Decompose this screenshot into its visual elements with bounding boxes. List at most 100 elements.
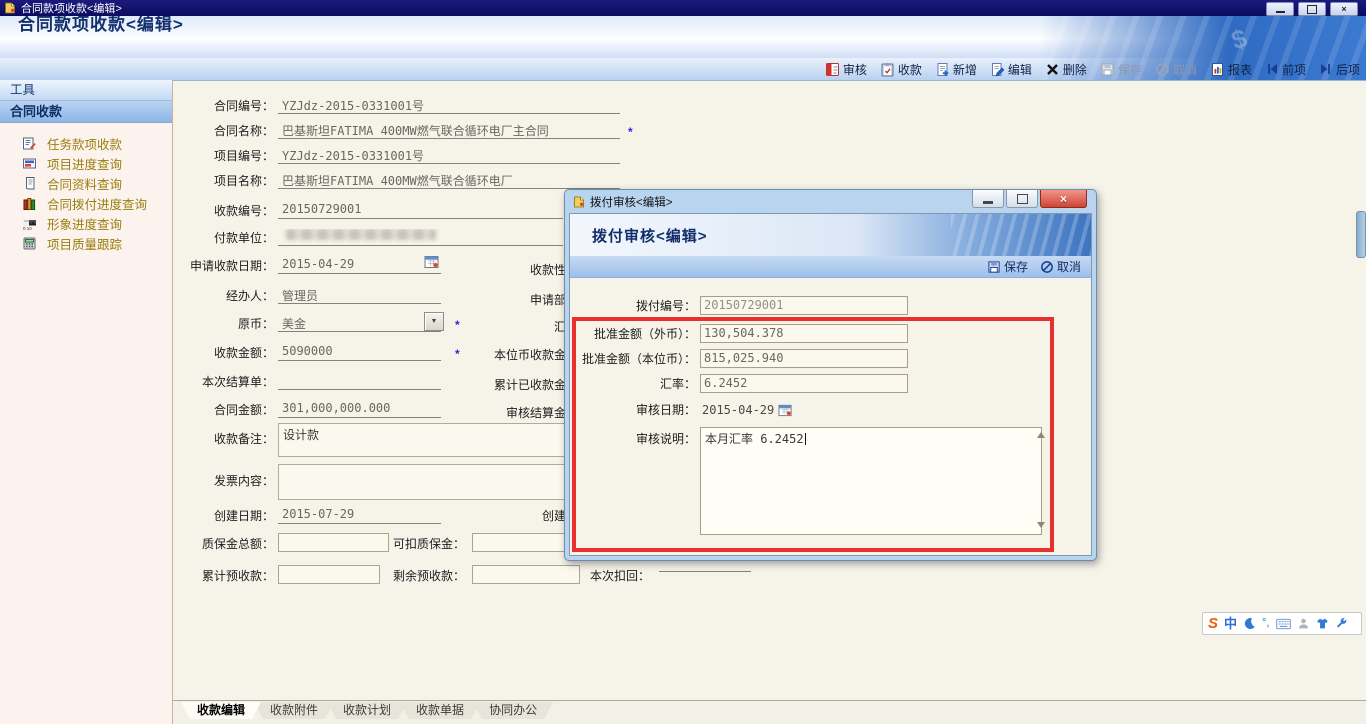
advance-remain-input[interactable] [472, 565, 580, 584]
dialog-close-button[interactable]: × [1040, 190, 1087, 208]
project-no-input[interactable]: YZJdz-2015-0331001号 [278, 147, 620, 164]
settlement-input[interactable] [278, 373, 441, 390]
tab-receipt-plan[interactable]: 收款计划 [327, 702, 407, 719]
audit-button[interactable]: 审核 [825, 61, 867, 78]
currency-select[interactable]: 美金 [278, 315, 441, 332]
dialog-save-button[interactable]: 保存 [987, 258, 1028, 275]
highlight-rectangle [572, 317, 1054, 552]
sidebar-group-header[interactable]: 合同收款 [0, 101, 172, 123]
handler-input[interactable]: 管理员 [278, 287, 441, 304]
advance-remain-label: 剩余预收款： [380, 567, 465, 584]
ime-toolbar: S 中 °, [1202, 612, 1362, 635]
report-icon [1210, 62, 1225, 77]
currency-label: 原币： [166, 315, 274, 332]
receipt-icon [880, 62, 895, 77]
bottom-tabbar: 收款编辑 收款附件 收款计划 收款单据 协同办公 [173, 700, 1366, 724]
tab-receipt-attachment[interactable]: 收款附件 [254, 702, 334, 719]
contract-amount-input[interactable]: 301,000,000.000 [278, 401, 441, 418]
quality-track-icon [22, 236, 37, 251]
dialog-toolbar: 保存 取消 [570, 256, 1091, 278]
retention-total-input[interactable] [278, 533, 389, 552]
retention-deductible-label: 可扣质保金： [380, 535, 465, 552]
dollar-watermark: $ [1227, 23, 1250, 57]
sidebar: 工具 合同收款 任务款项收款 项目进度查询 合同资料查询 合同拨付进度查询 0 … [0, 80, 173, 724]
next-icon [1319, 62, 1333, 76]
cancel-button: 取消 [1155, 61, 1197, 78]
window-restore-button[interactable] [1298, 2, 1326, 16]
moon-icon[interactable] [1243, 617, 1256, 630]
project-name-label: 项目名称： [166, 172, 274, 189]
sidebar-item-contract-info[interactable]: 合同资料查询 [0, 173, 172, 193]
contract-name-input[interactable]: 巴基斯坦FATIMA 400MW燃气联合循环电厂主合同 [278, 122, 620, 139]
apply-date-label: 申请收款日期： [166, 257, 274, 274]
amount-input[interactable]: 5090000 [278, 344, 441, 361]
dialog-title: 拨付审核<编辑> [590, 194, 672, 210]
remark-label: 收款备注： [166, 430, 274, 447]
sidebar-item-task-receipt[interactable]: 任务款项收款 [0, 133, 172, 153]
window-minimize-button[interactable] [1266, 2, 1294, 16]
app-document-icon [4, 2, 16, 14]
previous-icon [1265, 62, 1279, 76]
retention-deductible-input[interactable] [472, 533, 569, 552]
report-button[interactable]: 报表 [1210, 61, 1252, 78]
next-item-button[interactable]: 后项 [1319, 61, 1360, 78]
edit-icon [990, 62, 1005, 77]
sidebar-tools-header[interactable]: 工具 [0, 80, 172, 101]
clipped-label-base-amount: 本位币收款金 [430, 346, 566, 363]
sidebar-item-project-progress[interactable]: 项目进度查询 [0, 153, 172, 173]
receipt-no-input[interactable]: 20150729001 [278, 202, 563, 219]
advance-total-input[interactable] [278, 565, 380, 584]
contract-no-label: 合同编号： [166, 97, 274, 114]
tab-collaboration[interactable]: 协同办公 [473, 702, 553, 719]
cancel-icon [1040, 260, 1054, 274]
add-icon [935, 62, 950, 77]
clipped-label-creator: 创建 [430, 507, 566, 524]
delete-button[interactable]: 删除 [1045, 61, 1087, 78]
remark-textarea[interactable]: 设计款 [278, 423, 565, 457]
sidebar-item-payment-progress[interactable]: 合同拨付进度查询 [0, 193, 172, 213]
window-title: 合同款项收款<编辑> [21, 0, 122, 16]
cancel-icon [1155, 62, 1170, 77]
contract-info-icon [22, 176, 37, 191]
pay-no-label: 拨付编号： [572, 297, 696, 314]
project-name-input[interactable]: 巴基斯坦FATIMA 400MW燃气联合循环电厂 [278, 172, 620, 189]
dialog-document-icon [573, 196, 585, 208]
receipt-button[interactable]: 收款 [880, 61, 922, 78]
pay-no-input[interactable]: 20150729001 [700, 296, 908, 315]
settlement-label: 本次结算单： [166, 373, 274, 390]
payer-input[interactable] [278, 229, 563, 246]
dialog-cancel-button[interactable]: 取消 [1040, 258, 1081, 275]
add-button[interactable]: 新增 [935, 61, 977, 78]
contract-no-input[interactable]: YZJdz-2015-0331001号 [278, 97, 620, 114]
wrench-icon[interactable] [1335, 617, 1348, 630]
user-icon[interactable] [1297, 617, 1310, 630]
window-close-button[interactable]: × [1330, 2, 1358, 16]
advance-total-label: 累计预收款： [166, 567, 274, 584]
apply-date-input[interactable]: 2015-04-29 [278, 257, 441, 274]
clipped-label-rate: 汇 [430, 318, 566, 335]
save-icon [987, 260, 1001, 274]
sidebar-item-visual-progress[interactable]: 0 10 形象进度查询 [0, 213, 172, 233]
chinese-mode-icon[interactable]: 中 [1224, 617, 1237, 630]
tab-receipt-edit[interactable]: 收款编辑 [181, 702, 261, 719]
contract-name-label: 合同名称： [166, 122, 274, 139]
deduct-now-label: 本次扣回： [585, 567, 650, 584]
contract-amount-label: 合同金额： [166, 401, 274, 418]
visual-progress-icon: 0 10 [22, 216, 37, 231]
dialog-minimize-button[interactable] [972, 190, 1004, 208]
sogou-logo-icon[interactable]: S [1208, 616, 1218, 631]
receipt-no-label: 收款编号： [166, 202, 274, 219]
window-titlebar: 合同款项收款<编辑> × [0, 0, 1366, 16]
punctuation-icon[interactable]: °, [1262, 618, 1269, 629]
soft-keyboard-icon[interactable] [1276, 618, 1291, 630]
payment-progress-icon [22, 196, 37, 211]
skin-shirt-icon[interactable] [1316, 617, 1329, 630]
create-date-input[interactable]: 2015-07-29 [278, 507, 441, 524]
sidebar-item-quality-track[interactable]: 项目质量跟踪 [0, 233, 172, 253]
vertical-scrollbar-thumb[interactable] [1356, 211, 1366, 258]
tab-receipt-document[interactable]: 收款单据 [400, 702, 480, 719]
dialog-restore-button[interactable] [1006, 190, 1038, 208]
invoice-textarea[interactable] [278, 464, 565, 500]
edit-button[interactable]: 编辑 [990, 61, 1032, 78]
previous-item-button[interactable]: 前项 [1265, 61, 1306, 78]
